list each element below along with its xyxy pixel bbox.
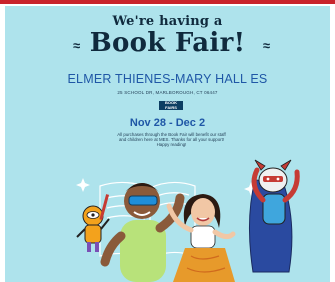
superhero-dog-character [248,159,300,273]
book-fair-flyer: We're having a ≈ Book Fair! ≈ ELMER THIE… [5,6,330,282]
decorative-squiggle-right: ≈ [262,38,270,53]
headline-book-fair: Book Fair! [89,28,246,58]
fair-dates: Nov 28 - Dec 2 [129,117,206,129]
book-fair-illustration [76,159,300,282]
boy-with-goggles-character [100,183,185,282]
school-address: 25 SCHOOL DR, MARLBOROUGH, CT 06447 [117,90,218,95]
top-accent-line [0,0,335,4]
orange-robot-character [76,194,110,252]
logo-line2: FAIRS [165,104,177,110]
school-name: ELMER THIENES-MARY HALL ES [67,72,268,86]
scholastic-book-fairs-logo: BOOK FAIRS [159,101,183,110]
headline-line1: We're having a [112,14,223,29]
fair-description: All purchases through the Book Fair will… [117,132,226,148]
